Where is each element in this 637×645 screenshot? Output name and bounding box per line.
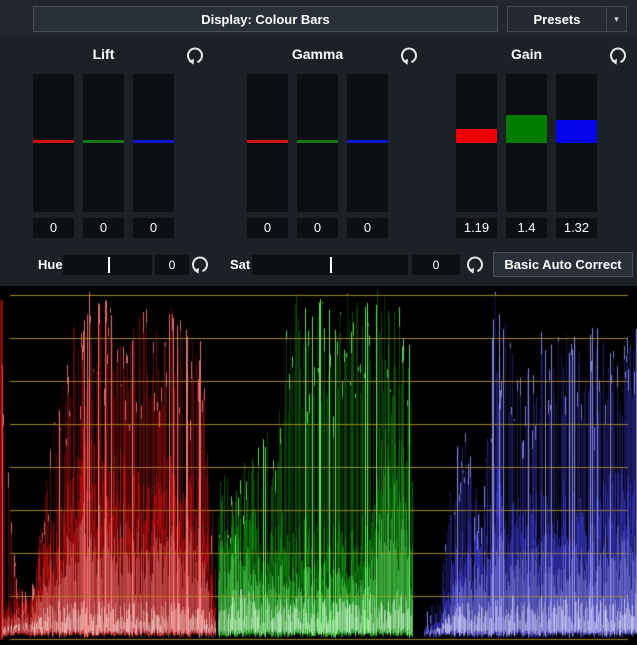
gamma-blue-slider[interactable] [347, 74, 388, 212]
presets-dropdown-button[interactable]: ▾ [606, 7, 626, 31]
sat-slider-handle[interactable] [330, 257, 332, 273]
gain-red-value[interactable]: 1.19 [456, 218, 497, 238]
hue-slider[interactable] [63, 255, 152, 275]
gamma-red-value[interactable]: 0 [247, 218, 288, 238]
sat-label: Sat [230, 255, 250, 275]
gamma-blue-value[interactable]: 0 [347, 218, 388, 238]
gamma-red-handle[interactable] [247, 140, 288, 143]
gamma-green-handle[interactable] [297, 140, 338, 143]
gain-green-value[interactable]: 1.4 [506, 218, 547, 238]
lift-blue-handle[interactable] [133, 140, 174, 143]
gamma-green-slider[interactable] [297, 74, 338, 212]
lift-green-slider[interactable] [83, 74, 124, 212]
gain-label: Gain [456, 36, 597, 62]
lift-red-handle[interactable] [33, 140, 74, 143]
presets-split-button: Presets ▾ [507, 6, 627, 32]
presets-button[interactable]: Presets [508, 7, 606, 31]
gain-blue-handle[interactable] [556, 120, 597, 143]
basic-auto-correct-button[interactable]: Basic Auto Correct [493, 252, 633, 277]
lift-blue-value[interactable]: 0 [133, 218, 174, 238]
hue-reset-icon[interactable] [190, 254, 210, 274]
gain-green-handle[interactable] [506, 115, 547, 143]
lift-red-value[interactable]: 0 [33, 218, 74, 238]
gamma-group: Gamma 0 0 0 [247, 36, 388, 238]
gain-reset-icon[interactable] [608, 45, 628, 65]
display-mode-button[interactable]: Display: Colour Bars [33, 6, 498, 32]
rgb-parade-waveform-scope [0, 286, 637, 645]
gain-green-slider[interactable] [506, 74, 547, 212]
gain-blue-value[interactable]: 1.32 [556, 218, 597, 238]
lift-reset-icon[interactable] [185, 45, 205, 65]
gamma-blue-handle[interactable] [347, 140, 388, 143]
lift-green-handle[interactable] [83, 140, 124, 143]
sat-slider[interactable] [252, 255, 408, 275]
hue-value[interactable]: 0 [155, 255, 189, 275]
chevron-down-icon: ▾ [614, 14, 619, 24]
lift-label: Lift [33, 36, 174, 62]
hue-slider-handle[interactable] [108, 257, 110, 273]
gamma-red-slider[interactable] [247, 74, 288, 212]
lift-green-value[interactable]: 0 [83, 218, 124, 238]
gain-group: Gain 1.19 1.4 1.32 [456, 36, 597, 238]
lift-red-slider[interactable] [33, 74, 74, 212]
lift-group: Lift 0 0 0 [33, 36, 174, 238]
toolbar: Display: Colour Bars Presets ▾ [0, 0, 637, 36]
sat-reset-icon[interactable] [465, 254, 485, 274]
gamma-label: Gamma [247, 36, 388, 62]
gain-blue-slider[interactable] [556, 74, 597, 212]
gain-red-handle[interactable] [456, 129, 497, 143]
colour-correction-panel: Lift 0 0 0 Gamma 0 [0, 36, 637, 286]
gamma-green-value[interactable]: 0 [297, 218, 338, 238]
hue-label: Hue [38, 255, 63, 275]
gain-red-slider[interactable] [456, 74, 497, 212]
gamma-reset-icon[interactable] [399, 45, 419, 65]
sat-value[interactable]: 0 [412, 255, 460, 275]
lift-blue-slider[interactable] [133, 74, 174, 212]
